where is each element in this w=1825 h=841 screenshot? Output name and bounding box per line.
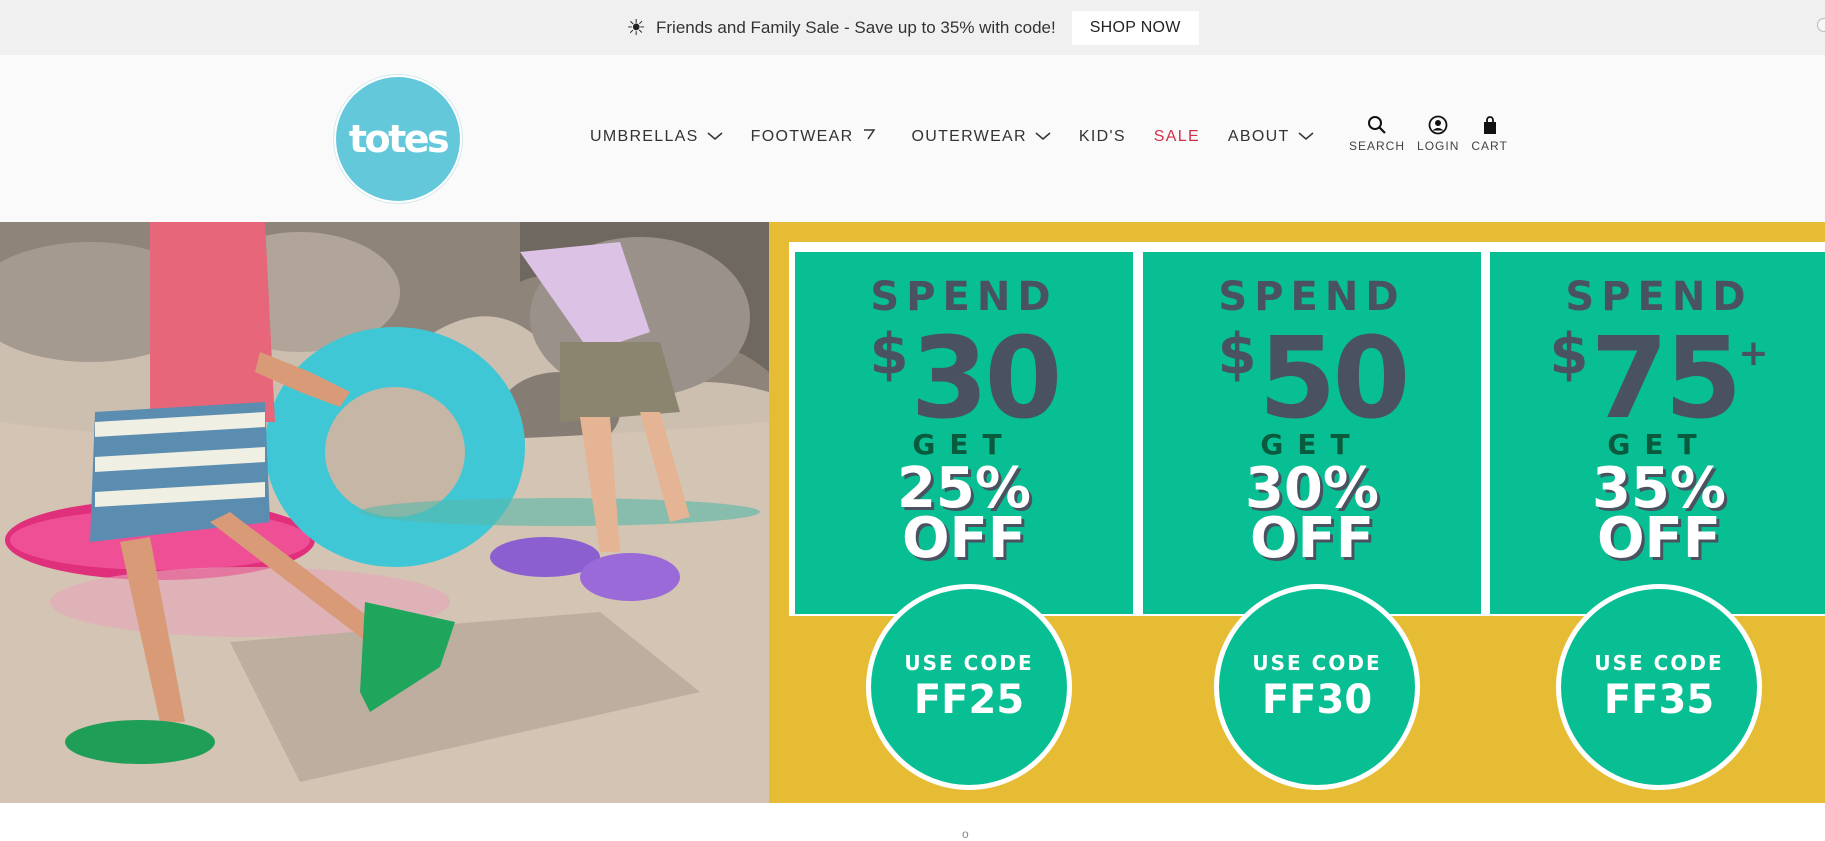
discount-text: 30% OFF [1244, 456, 1380, 571]
promo-code: FF25 [913, 677, 1025, 723]
chevron-down-icon [707, 128, 723, 146]
use-code-label: USE CODE [1252, 651, 1382, 675]
bag-icon [1480, 115, 1500, 135]
nav-label: OUTERWEAR [911, 127, 1027, 145]
use-code-label: USE CODE [904, 651, 1034, 675]
cart-label: CART [1471, 139, 1508, 153]
chevron-down-icon [1298, 128, 1314, 146]
use-code-label: USE CODE [1594, 651, 1724, 675]
hero-banner[interactable]: SPEND $30 GET 25% OFF USE CODE FF25 SPEND… [0, 222, 1825, 803]
spend-amount: $75+ [1549, 314, 1769, 444]
utility-nav: SEARCH LOGIN CART [1349, 115, 1520, 153]
nav-item-umbrellas[interactable]: UMBRELLAS [590, 128, 723, 146]
main-nav: UMBRELLAS FOOTWEAR OUTERWEAR KID'S SALE … [590, 127, 1342, 146]
nav-item-sale[interactable]: SALE [1154, 128, 1200, 146]
nav-item-kids[interactable]: KID'S [1079, 128, 1126, 146]
promo-code-badge: USE CODE FF35 [1556, 584, 1762, 790]
promo-panel: SPEND $30 GET 25% OFF USE CODE FF25 SPEND… [769, 222, 1825, 803]
promo-code: FF35 [1603, 677, 1715, 723]
promo-code-badge: USE CODE FF25 [866, 584, 1072, 790]
offer-card: SPEND $30 GET 25% OFF [795, 252, 1133, 614]
search-label: SEARCH [1349, 139, 1406, 153]
search-icon [1367, 115, 1387, 135]
promo-code-badge: USE CODE FF30 [1214, 584, 1420, 790]
cart-link[interactable]: CART [1471, 115, 1507, 153]
offer-card: SPEND $50 GET 30% OFF [1143, 252, 1481, 614]
login-label: LOGIN [1417, 139, 1460, 153]
spend-amount: $50 [1217, 314, 1411, 444]
sun-icon: ☀ [626, 14, 646, 40]
nav-label: UMBRELLAS [590, 127, 699, 145]
spend-amount: $30 [869, 314, 1063, 444]
login-link[interactable]: LOGIN [1417, 115, 1459, 153]
logo-text: totes [348, 117, 450, 161]
chevron-down-icon [1035, 128, 1051, 146]
nav-label: SALE [1153, 127, 1200, 145]
nav-label: FOOTWEAR [750, 127, 854, 145]
nav-label: KID'S [1078, 127, 1126, 145]
announcement-message: Friends and Family Sale - Save up to 35%… [656, 17, 1056, 37]
discount-text: 35% OFF [1591, 456, 1727, 571]
nav-item-footwear[interactable]: FOOTWEAR [751, 127, 878, 146]
below-hero: o [0, 803, 1825, 841]
nav-item-about[interactable]: ABOUT [1228, 128, 1314, 146]
search-link[interactable]: SEARCH [1349, 115, 1405, 153]
discount-text: 25% OFF [896, 456, 1032, 571]
nav-label: ABOUT [1227, 127, 1290, 145]
chevron-down-icon [861, 127, 877, 146]
nav-item-outerwear[interactable]: OUTERWEAR [911, 127, 1051, 146]
hero-photo [0, 222, 769, 803]
promo-code: FF30 [1261, 677, 1373, 723]
site-header: totes UMBRELLAS FOOTWEAR OUTERWEAR KID'S… [0, 55, 1825, 222]
shop-now-button[interactable]: SHOP NOW [1071, 10, 1199, 45]
user-icon [1428, 115, 1448, 135]
beach-photo-illustration [0, 222, 769, 803]
announcement-bar: ☀ Friends and Family Sale - Save up to 3… [0, 0, 1825, 55]
scroll-edge-icon [1817, 18, 1825, 32]
offer-card: SPEND $75+ GET 35% OFF [1490, 252, 1825, 614]
totes-logo[interactable]: totes [336, 77, 460, 201]
